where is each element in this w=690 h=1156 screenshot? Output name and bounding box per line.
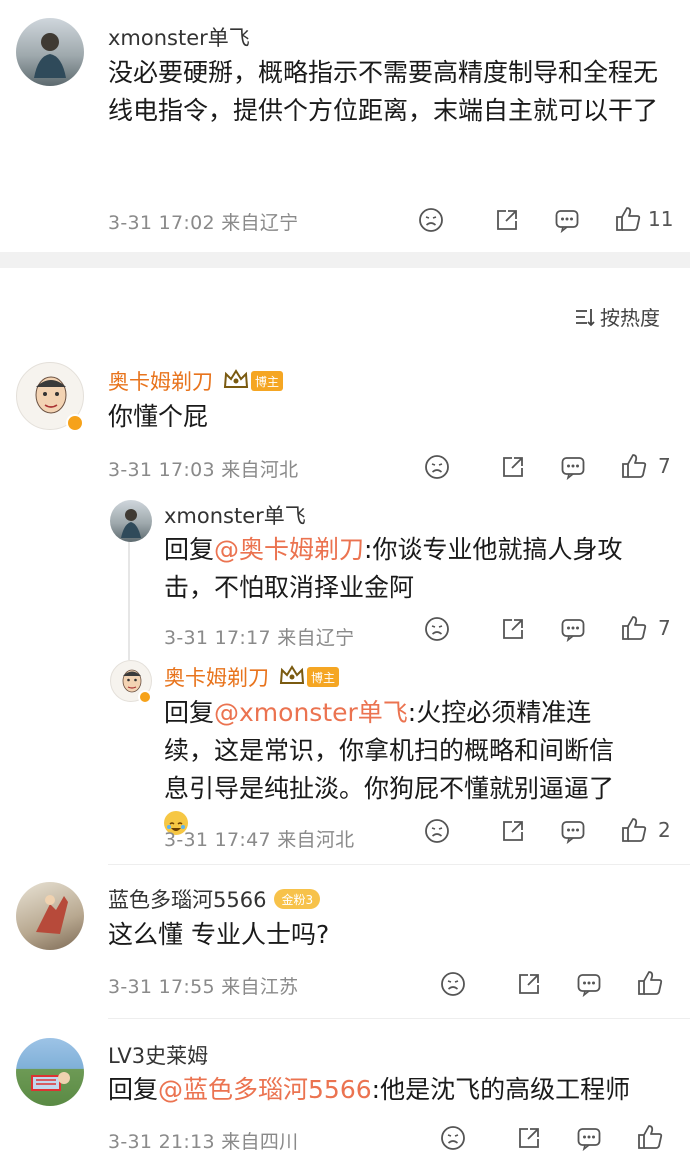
comment-text: 这么懂 专业人士吗? — [108, 920, 330, 949]
mention-link[interactable]: @xmonster单飞 — [214, 698, 408, 727]
comment-dislike-button[interactable] — [440, 971, 466, 997]
comment-meta: 3-31 21:13 来自四川 — [108, 1131, 299, 1153]
sort-by-hot-button[interactable]: 按热度 — [574, 302, 660, 331]
reply-dislike-button[interactable] — [424, 616, 450, 642]
blogger-badge: 博主 — [307, 667, 340, 687]
reply-text: 回复@奥卡姆剃刀:你谈专业他就搞人身攻击，不怕取消择业金阿 — [164, 531, 664, 607]
reply-dislike-button[interactable] — [424, 818, 450, 844]
dislike-icon — [425, 455, 449, 479]
post-comment-button[interactable] — [554, 207, 580, 233]
sort-icon — [576, 308, 595, 326]
comment-share-button[interactable] — [500, 454, 526, 480]
share-icon — [519, 1128, 539, 1148]
share-icon — [503, 619, 523, 639]
like-icon — [622, 616, 647, 640]
reply-share-button[interactable] — [500, 818, 526, 844]
mention-link[interactable]: @蓝色多瑙河5566 — [158, 1075, 372, 1104]
avatar-figure-icon — [34, 33, 66, 78]
comment-share-button[interactable] — [516, 1125, 542, 1151]
post-like-count: 11 — [648, 207, 674, 231]
reply-like-count: 7 — [658, 616, 671, 640]
share-icon — [503, 821, 523, 841]
comment-icon — [577, 974, 601, 997]
share-icon — [503, 457, 523, 477]
comment-text: 你懂个屁 — [108, 402, 209, 431]
verified-badge-icon — [138, 690, 152, 704]
comment-author-name[interactable]: 蓝色多瑙河5566 — [108, 884, 266, 914]
reply-meta: 3-31 17:47 来自河北 — [164, 829, 355, 851]
post-text: 没必要硬掰，概略指示不需要高精度制导和全程无线电指令，提供个方位距离，末端自主就… — [108, 58, 659, 125]
reply-author-name[interactable]: xmonster单飞 — [164, 500, 306, 530]
crown-icon — [223, 369, 249, 393]
reply-like-button[interactable]: 2 — [620, 816, 671, 844]
comment-author-avatar[interactable] — [16, 1038, 84, 1106]
comment-text: 回复@蓝色多瑙河5566:他是沈飞的高级工程师 — [108, 1071, 668, 1109]
share-icon — [497, 210, 517, 230]
comment-dislike-button[interactable] — [424, 454, 450, 480]
comment-icon — [555, 210, 579, 233]
comment-like-button[interactable] — [636, 1123, 664, 1151]
like-icon — [638, 971, 663, 995]
reply-thread-line — [128, 540, 130, 660]
mention-link[interactable]: @奥卡姆剃刀 — [214, 535, 364, 564]
avatar-photo-icon — [31, 1072, 70, 1091]
reply-prefix: 回复 — [164, 698, 215, 727]
reply-like-count: 2 — [658, 818, 671, 842]
comment-reply-button[interactable] — [576, 971, 602, 997]
comment-like-button[interactable] — [636, 969, 664, 997]
dislike-icon — [441, 972, 465, 996]
post-author-avatar[interactable] — [16, 18, 84, 86]
dislike-icon — [419, 208, 443, 232]
comment-meta: 3-31 17:03 来自河北 — [108, 459, 299, 481]
reply-body: :他是沈飞的高级工程师 — [371, 1075, 631, 1104]
post-author-name[interactable]: xmonster单飞 — [108, 22, 250, 52]
comment-icon — [561, 619, 585, 642]
avatar-figure-icon — [121, 509, 141, 538]
reply-prefix: 回复 — [108, 1075, 159, 1104]
blogger-badge: 博主 — [251, 371, 284, 391]
reply-comment-button[interactable] — [560, 818, 586, 844]
share-icon — [519, 974, 539, 994]
comment-share-button[interactable] — [516, 971, 542, 997]
comment-like-button[interactable]: 7 — [620, 452, 671, 480]
comment-separator — [108, 864, 690, 865]
comment-author-name[interactable]: 奥卡姆剃刀 — [108, 366, 213, 396]
comment-author-name[interactable]: LV3史莱姆 — [108, 1040, 208, 1070]
comment-dislike-button[interactable] — [440, 1125, 466, 1151]
dislike-icon — [441, 1126, 465, 1150]
reply-author-name[interactable]: 奥卡姆剃刀 — [164, 662, 269, 692]
like-icon — [622, 454, 647, 478]
reply-meta: 3-31 17:17 来自辽宁 — [164, 627, 355, 649]
comment-separator — [108, 1018, 690, 1019]
sort-label: 按热度 — [600, 306, 660, 330]
post-dislike-button[interactable] — [418, 207, 444, 233]
like-icon — [638, 1125, 663, 1149]
post-meta: 3-31 17:02 来自辽宁 — [108, 212, 299, 234]
like-icon — [622, 818, 647, 842]
crown-icon — [279, 665, 305, 689]
reply-author-avatar[interactable] — [110, 500, 152, 542]
comment-reply-button[interactable] — [560, 454, 586, 480]
comment-reply-button[interactable] — [576, 1125, 602, 1151]
reply-comment-button[interactable] — [560, 616, 586, 642]
avatar-photo-icon — [36, 895, 68, 934]
post-like-button[interactable]: 11 — [614, 205, 673, 233]
comment-author-avatar[interactable] — [16, 882, 84, 950]
reply-share-button[interactable] — [500, 616, 526, 642]
dislike-icon — [425, 617, 449, 641]
comment-meta: 3-31 17:55 来自江苏 — [108, 976, 299, 998]
comment-like-count: 7 — [658, 454, 671, 478]
fan-level-badge: 金粉3 — [274, 889, 321, 909]
post-share-button[interactable] — [494, 207, 520, 233]
dislike-icon — [425, 819, 449, 843]
comment-icon — [577, 1128, 601, 1151]
reply-like-button[interactable]: 7 — [620, 614, 671, 642]
reply-prefix: 回复 — [164, 535, 215, 564]
section-divider — [0, 252, 690, 268]
comment-icon — [561, 821, 585, 844]
comment-icon — [561, 457, 585, 480]
like-icon — [616, 207, 641, 231]
verified-badge-icon — [66, 414, 84, 432]
